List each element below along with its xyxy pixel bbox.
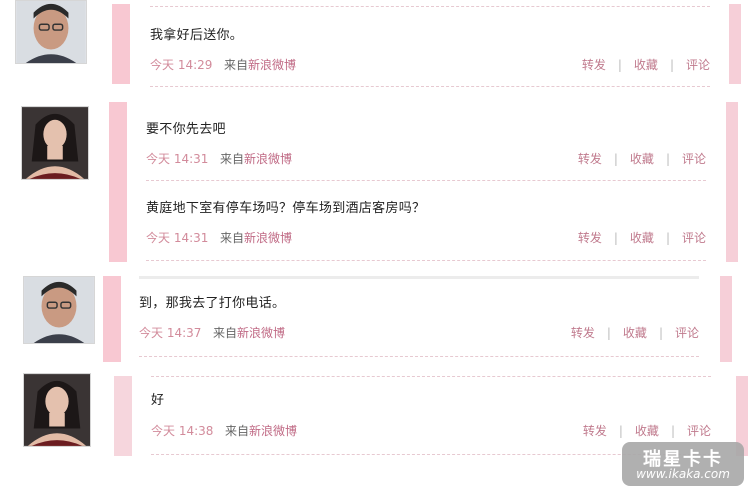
message-meta: 今天 14:29 来自新浪微博 转发 | 收藏 | 评论 <box>150 56 710 74</box>
favorite-button[interactable]: 收藏 <box>630 152 654 166</box>
message-item: 到，那我去了打你电话。 今天 14:37 来自新浪微博 转发 | 收藏 | 评论 <box>139 272 699 362</box>
avatar-male[interactable] <box>15 0 87 64</box>
action-separator: | <box>613 231 618 245</box>
action-separator: | <box>617 58 622 72</box>
avatar-male-photo <box>24 277 94 343</box>
action-separator: | <box>613 152 618 166</box>
message-accent-bar <box>103 276 121 362</box>
watermark-logo: 瑞星卡卡 www.ikaka.com <box>622 442 744 486</box>
message-accent-bar-right <box>726 102 738 262</box>
message-actions: 转发 | 收藏 | 评论 <box>571 324 699 341</box>
action-separator: | <box>670 424 675 438</box>
avatar-female-photo <box>22 107 88 179</box>
divider <box>146 260 706 261</box>
forward-button[interactable]: 转发 <box>582 58 606 72</box>
message-text: 到，那我去了打你电话。 <box>139 296 286 311</box>
watermark-url: www.ikaka.com <box>636 467 730 481</box>
message-source: 来自新浪微博 <box>224 58 297 72</box>
forward-button[interactable]: 转发 <box>578 152 602 166</box>
message-text: 我拿好后送你。 <box>150 28 244 43</box>
divider <box>146 180 706 181</box>
favorite-button[interactable]: 收藏 <box>630 231 654 245</box>
message-time: 今天 14:31 <box>146 231 209 245</box>
comment-button[interactable]: 评论 <box>682 231 706 245</box>
favorite-button[interactable]: 收藏 <box>623 326 647 340</box>
message-actions: 转发 | 收藏 | 评论 <box>578 229 706 246</box>
comment-button[interactable]: 评论 <box>687 424 711 438</box>
message-source: 来自新浪微博 <box>213 326 286 340</box>
divider <box>139 356 699 357</box>
message-source: 来自新浪微博 <box>220 231 293 245</box>
action-separator: | <box>606 326 611 340</box>
message-accent-bar-right <box>729 4 741 84</box>
divider <box>151 376 711 377</box>
message-accent-bar <box>114 376 132 456</box>
message-time: 今天 14:31 <box>146 152 209 166</box>
forward-button[interactable]: 转发 <box>583 424 607 438</box>
message-source: 来自新浪微博 <box>220 152 293 166</box>
message-accent-bar-right <box>720 276 732 362</box>
divider <box>150 86 710 87</box>
action-separator: | <box>658 326 663 340</box>
action-separator: | <box>618 424 623 438</box>
action-separator: | <box>669 58 674 72</box>
message-item: 我拿好后送你。 今天 14:29 来自新浪微博 转发 | 收藏 | 评论 <box>150 0 710 90</box>
message-text: 黄庭地下室有停车场吗？停车场到酒店客房吗？ <box>146 201 426 216</box>
message-top-border <box>139 276 699 279</box>
message-time: 今天 14:38 <box>151 424 214 438</box>
message-text: 要不你先去吧 <box>146 122 226 137</box>
avatar-female-photo <box>24 374 90 446</box>
favorite-button[interactable]: 收藏 <box>634 58 658 72</box>
comment-button[interactable]: 评论 <box>675 326 699 340</box>
message-item: 要不你先去吧 今天 14:31 来自新浪微博 转发 | 收藏 | 评论 黄庭地下室有停车… <box>146 100 706 262</box>
forward-button[interactable]: 转发 <box>578 231 602 245</box>
source-link[interactable]: 新浪微博 <box>248 58 296 72</box>
message-actions: 转发 | 收藏 | 评论 <box>578 150 706 167</box>
source-link[interactable]: 新浪微博 <box>244 231 292 245</box>
message-actions: 转发 | 收藏 | 评论 <box>582 56 710 73</box>
message-actions: 转发 | 收藏 | 评论 <box>583 422 711 439</box>
source-link[interactable]: 新浪微博 <box>249 424 297 438</box>
forward-button[interactable]: 转发 <box>571 326 595 340</box>
source-link[interactable]: 新浪微博 <box>237 326 285 340</box>
message-meta: 今天 14:31 来自新浪微博 转发 | 收藏 | 评论 <box>146 229 706 247</box>
action-separator: | <box>665 231 670 245</box>
message-meta: 今天 14:31 来自新浪微博 转发 | 收藏 | 评论 <box>146 150 706 168</box>
action-separator: | <box>665 152 670 166</box>
message-meta: 今天 14:38 来自新浪微博 转发 | 收藏 | 评论 <box>151 422 711 440</box>
message-meta: 今天 14:37 来自新浪微博 转发 | 收藏 | 评论 <box>139 324 699 342</box>
avatar-male[interactable] <box>23 276 95 344</box>
message-time: 今天 14:29 <box>150 58 213 72</box>
avatar-male-photo <box>16 1 86 63</box>
avatar-female[interactable] <box>21 106 89 180</box>
source-link[interactable]: 新浪微博 <box>244 152 292 166</box>
message-text: 好 <box>151 393 165 408</box>
comment-button[interactable]: 评论 <box>686 58 710 72</box>
comment-button[interactable]: 评论 <box>682 152 706 166</box>
message-accent-bar <box>112 4 130 84</box>
message-accent-bar <box>109 102 127 262</box>
message-time: 今天 14:37 <box>139 326 202 340</box>
favorite-button[interactable]: 收藏 <box>635 424 659 438</box>
avatar-female[interactable] <box>23 373 91 447</box>
divider <box>150 6 710 7</box>
message-source: 来自新浪微博 <box>225 424 298 438</box>
